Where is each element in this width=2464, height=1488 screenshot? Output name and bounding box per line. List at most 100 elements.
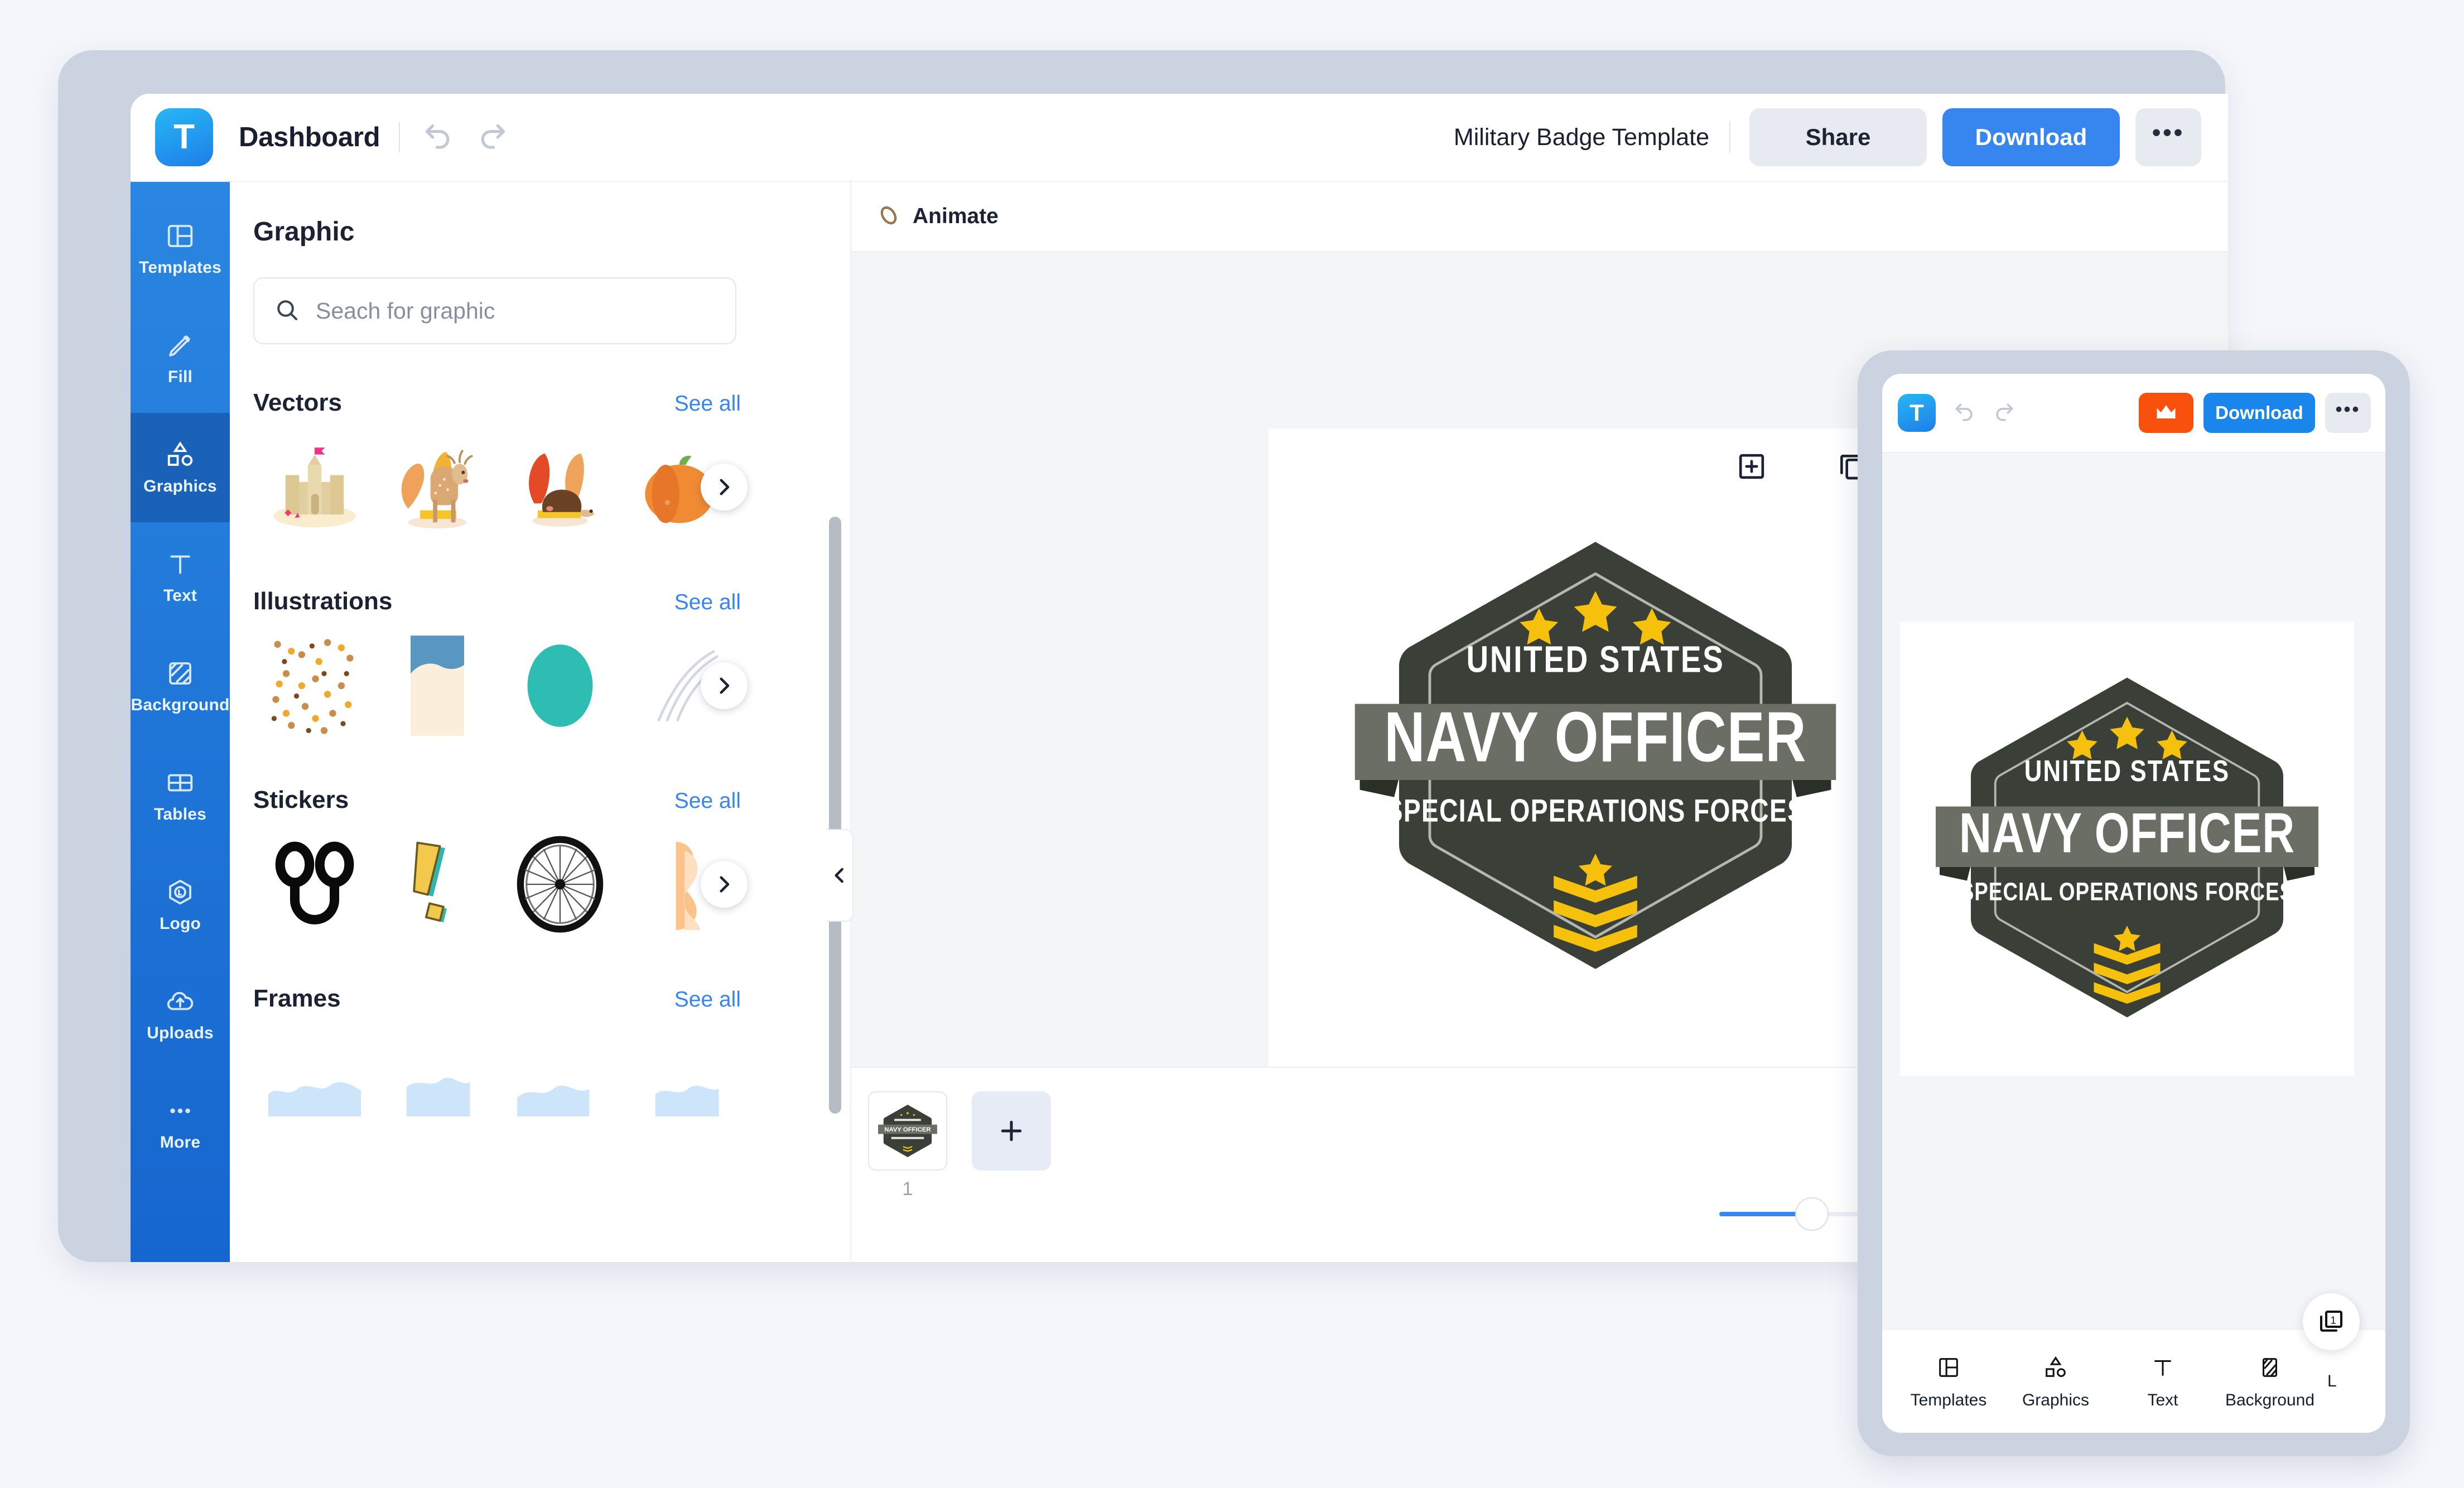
- see-all-vectors[interactable]: See all: [674, 392, 741, 416]
- redo-icon[interactable]: [471, 117, 513, 158]
- hatch-icon: [2255, 1353, 2284, 1382]
- more-options-button[interactable]: •••: [2135, 108, 2201, 166]
- share-button[interactable]: Share: [1749, 108, 1927, 166]
- search-icon: [273, 296, 300, 326]
- download-button[interactable]: Download: [1942, 108, 2120, 166]
- canvas-quick-tools: [1732, 446, 1872, 487]
- sidebar-item-background[interactable]: Background: [131, 632, 230, 741]
- mobile-badge-top-text: UNITED STATES: [2024, 754, 2230, 787]
- logo-hex-icon: [165, 877, 196, 908]
- graphic-thumb-frame-wave-2[interactable]: [376, 1027, 499, 1139]
- see-all-illustrations[interactable]: See all: [674, 590, 741, 615]
- graphic-thumb-frame-wave-4[interactable]: [621, 1027, 744, 1139]
- animate-button[interactable]: Animate: [876, 203, 999, 231]
- artboard[interactable]: UNITED STATES NAVY OFFICER SPECIAL OPERA…: [1269, 428, 1922, 1082]
- illustrations-next-button[interactable]: [701, 662, 748, 709]
- graphic-thumb-teal-ellipse[interactable]: [499, 630, 621, 741]
- graphic-thumb-frame-wave-3[interactable]: [499, 1027, 621, 1139]
- graphic-thumb-sandcastle[interactable]: [253, 431, 376, 543]
- graphic-thumb-yellow-exclamation[interactable]: [376, 829, 499, 940]
- section-title: Frames: [253, 985, 341, 1012]
- badge-main-text: NAVY OFFICER: [1384, 697, 1806, 777]
- collapse-panel-button[interactable]: [827, 829, 854, 922]
- mobile-upgrade-button[interactable]: [2139, 393, 2193, 433]
- military-badge-design[interactable]: UNITED STATES NAVY OFFICER SPECIAL OPERA…: [1350, 510, 1841, 1001]
- mobile-military-badge-design[interactable]: UNITED STATES NAVY OFFICER SPECIAL OPERA…: [1932, 652, 2322, 1046]
- dashboard-title[interactable]: Dashboard: [239, 122, 380, 153]
- graphic-thumb-autumn-hedgehog[interactable]: [499, 431, 621, 543]
- graphic-thumb-falling-leaves-pattern[interactable]: [253, 630, 376, 741]
- hatch-icon: [165, 658, 196, 689]
- badge-sub-text: SPECIAL OPERATIONS FORCES: [1386, 793, 1806, 829]
- sidebar-label: Logo: [159, 914, 201, 933]
- mobile-nav-background[interactable]: Background: [2220, 1353, 2320, 1410]
- document-name[interactable]: Military Badge Template: [1454, 124, 1709, 151]
- toolbar-divider: [399, 122, 401, 152]
- see-all-stickers[interactable]: See all: [674, 789, 741, 813]
- badge-top-text: UNITED STATES: [1467, 638, 1725, 680]
- mobile-preview-frame: T Download ••• UNITED STATES NAVY OFFICE…: [1858, 350, 2410, 1456]
- mobile-nav-label: Templates: [1910, 1391, 1987, 1409]
- section-header-stickers: Stickers See all: [253, 786, 741, 814]
- graphic-thumb-black-glasses[interactable]: [253, 829, 376, 940]
- mobile-badge-main-text: NAVY OFFICER: [1959, 801, 2295, 864]
- page-number-label: 1: [902, 1178, 913, 1200]
- section-title: Illustrations: [253, 588, 393, 615]
- mobile-download-button[interactable]: Download: [2203, 393, 2315, 433]
- search-placeholder: Seach for graphic: [316, 297, 495, 324]
- sidebar-item-text[interactable]: Text: [131, 522, 230, 632]
- mobile-artboard[interactable]: UNITED STATES NAVY OFFICER SPECIAL OPERA…: [1900, 622, 2354, 1076]
- mobile-nav-label: Text: [2147, 1391, 2178, 1409]
- shapes-icon: [165, 439, 196, 470]
- thumbnail-row-stickers: [253, 829, 748, 940]
- graphics-panel-scrollbar[interactable]: [829, 517, 841, 1114]
- sidebar-item-tables[interactable]: Tables: [131, 741, 230, 850]
- page-thumbnail-1[interactable]: NAVY OFFICER: [868, 1091, 947, 1171]
- add-page-button[interactable]: [972, 1091, 1051, 1171]
- sidebar-label: Background: [131, 696, 230, 714]
- text-icon: [165, 548, 196, 580]
- mobile-page-indicator-button[interactable]: 1: [2303, 1293, 2360, 1350]
- graphic-thumb-beach-scene[interactable]: [376, 630, 499, 741]
- graphic-thumb-frame-wave-1[interactable]: [253, 1027, 376, 1139]
- canvas-toolbar: Animate: [851, 182, 2228, 252]
- add-box-icon[interactable]: [1732, 446, 1772, 487]
- mobile-nav-logo-cutoff[interactable]: L: [2327, 1372, 2337, 1391]
- app-logo[interactable]: T: [155, 108, 213, 166]
- zoom-slider-knob[interactable]: [1795, 1197, 1829, 1231]
- mobile-redo-icon[interactable]: [1989, 398, 2018, 427]
- stickers-next-button[interactable]: [701, 861, 748, 908]
- badge-svg: UNITED STATES NAVY OFFICER SPECIAL OPERA…: [1354, 542, 1836, 969]
- animate-label: Animate: [913, 204, 999, 228]
- pen-icon: [165, 330, 196, 361]
- mobile-app-logo[interactable]: T: [1898, 394, 1936, 432]
- zoom-slider-fill: [1719, 1212, 1807, 1216]
- sidebar-item-more[interactable]: More: [131, 1069, 230, 1178]
- sidebar-item-templates[interactable]: Templates: [131, 194, 230, 304]
- graphic-thumb-autumn-deer[interactable]: [376, 431, 499, 543]
- shapes-icon: [2041, 1353, 2070, 1382]
- mobile-nav-graphics[interactable]: Graphics: [2006, 1353, 2105, 1410]
- mobile-more-button[interactable]: •••: [2325, 393, 2371, 433]
- sidebar-item-logo[interactable]: Logo: [131, 850, 230, 960]
- graphics-panel: Graphic Seach for graphic Vectors See al…: [230, 182, 851, 1262]
- mobile-nav-text[interactable]: Text: [2113, 1353, 2212, 1410]
- mobile-badge-sub-text: SPECIAL OPERATIONS FORCES: [1960, 877, 2294, 906]
- sidebar-item-uploads[interactable]: Uploads: [131, 960, 230, 1069]
- graphic-thumb-bicycle-wheel[interactable]: [499, 829, 621, 940]
- sidebar-label: Templates: [139, 258, 221, 277]
- see-all-frames[interactable]: See all: [674, 988, 741, 1012]
- mobile-nav-templates[interactable]: Templates: [1899, 1353, 1998, 1410]
- vectors-next-button[interactable]: [701, 464, 748, 511]
- mobile-app-surface: T Download ••• UNITED STATES NAVY OFFICE…: [1882, 374, 2385, 1433]
- search-graphic-field[interactable]: Seach for graphic: [253, 277, 736, 344]
- mobile-undo-icon[interactable]: [1950, 398, 1979, 427]
- sidebar-item-graphics[interactable]: Graphics: [131, 413, 230, 522]
- mobile-page-count: 1: [2331, 1315, 2336, 1326]
- sidebar-item-fill[interactable]: Fill: [131, 304, 230, 413]
- mobile-nav-label: Graphics: [2022, 1391, 2090, 1409]
- undo-icon[interactable]: [418, 117, 459, 158]
- thumbnail-row-frames: [253, 1027, 744, 1139]
- mobile-undo-redo-group: [1950, 398, 2018, 427]
- templates-icon: [165, 220, 196, 252]
